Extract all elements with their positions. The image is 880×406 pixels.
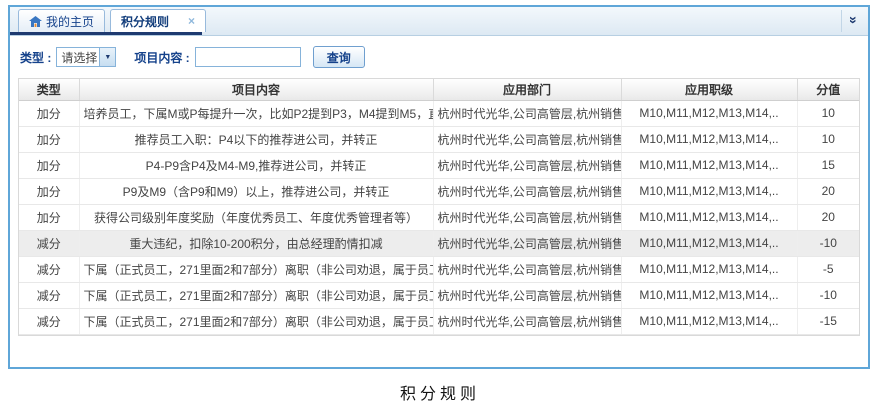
cell-rank: M10,M11,M12,M13,M14,.. [621, 152, 797, 178]
cell-content: 推荐员工入职：P4以下的推荐进公司，并转正 [79, 126, 433, 152]
search-button[interactable]: 查询 [313, 46, 365, 68]
tab-my-home[interactable]: 我的主页 [18, 9, 105, 32]
cell-score: 10 [797, 100, 859, 126]
table-row-highlighted[interactable]: 减分 重大违纪，扣除10-200积分，由总经理酌情扣减 杭州时代光华,公司高管层… [19, 230, 859, 256]
cell-dept: 杭州时代光华,公司高管层,杭州销售五部,.. [433, 152, 621, 178]
cell-type: 加分 [19, 152, 79, 178]
tab-points-rules-label: 积分规则 [121, 13, 169, 30]
content-input[interactable] [195, 47, 301, 67]
cell-rank: M10,M11,M12,M13,M14,.. [621, 230, 797, 256]
table-row[interactable]: 加分 推荐员工入职：P4以下的推荐进公司，并转正 杭州时代光华,公司高管层,杭州… [19, 126, 859, 152]
cell-dept: 杭州时代光华,公司高管层,杭州销售五部,.. [433, 282, 621, 308]
col-header-rank[interactable]: 应用职级 [621, 79, 797, 100]
tabs: 我的主页 积分规则 × [18, 9, 206, 32]
tab-points-rules[interactable]: 积分规则 × [110, 9, 206, 32]
chevron-double-down-icon: » [843, 16, 863, 24]
cell-dept: 杭州时代光华,公司高管层,杭州销售五部,.. [433, 178, 621, 204]
chevron-down-icon[interactable]: ▼ [99, 48, 115, 66]
cell-score: 20 [797, 178, 859, 204]
rules-table: 类型 项目内容 应用部门 应用职级 分值 加分 培养员工，下属M或P每提升一次，… [19, 79, 859, 335]
type-select[interactable]: 请选择 ▼ [56, 47, 116, 67]
col-header-content[interactable]: 项目内容 [79, 79, 433, 100]
cell-score: -10 [797, 282, 859, 308]
tab-strip: 我的主页 积分规则 × » [10, 7, 868, 36]
cell-score: -10 [797, 230, 859, 256]
cell-score: -5 [797, 256, 859, 282]
col-header-score[interactable]: 分值 [797, 79, 859, 100]
cell-content: P4-P9含P4及M4-M9,推荐进公司，并转正 [79, 152, 433, 178]
cell-content: 下属（正式员工，271里面2和7部分）离职（非公司劝退，属于员工主动离 [79, 256, 433, 282]
cell-content: 获得公司级别年度奖励（年度优秀员工、年度优秀管理者等） [79, 204, 433, 230]
type-label: 类型 : [20, 49, 51, 66]
close-icon[interactable]: × [188, 16, 195, 26]
content-label: 项目内容 : [134, 49, 189, 66]
tab-underline [10, 32, 202, 35]
cell-type: 减分 [19, 282, 79, 308]
cell-rank: M10,M11,M12,M13,M14,.. [621, 126, 797, 152]
cell-content: 培养员工，下属M或P每提升一次，比如P2提到P3，M4提到M5，直接上司加10 [79, 100, 433, 126]
col-header-dept[interactable]: 应用部门 [433, 79, 621, 100]
cell-type: 减分 [19, 308, 79, 334]
cell-dept: 杭州时代光华,公司高管层,杭州销售五部,.. [433, 204, 621, 230]
cell-dept: 杭州时代光华,公司高管层,杭州销售五部,.. [433, 256, 621, 282]
cell-dept: 杭州时代光华,公司高管层,杭州销售五部,.. [433, 126, 621, 152]
table-row[interactable]: 加分 培养员工，下属M或P每提升一次，比如P2提到P3，M4提到M5，直接上司加… [19, 100, 859, 126]
cell-rank: M10,M11,M12,M13,M14,.. [621, 204, 797, 230]
cell-score: -15 [797, 308, 859, 334]
tab-my-home-label: 我的主页 [46, 13, 94, 30]
content-panel: 我的主页 积分规则 × » 类型 : 请选择 ▼ 项目内容 : 查询 [8, 5, 870, 369]
cell-type: 减分 [19, 230, 79, 256]
cell-content: 重大违纪，扣除10-200积分，由总经理酌情扣减 [79, 230, 433, 256]
col-header-type[interactable]: 类型 [19, 79, 79, 100]
page: 我的主页 积分规则 × » 类型 : 请选择 ▼ 项目内容 : 查询 [0, 0, 880, 406]
cell-type: 加分 [19, 126, 79, 152]
cell-content: 下属（正式员工，271里面2和7部分）离职（非公司劝退，属于员工主动离 [79, 308, 433, 334]
table-row[interactable]: 加分 P4-P9含P4及M4-M9,推荐进公司，并转正 杭州时代光华,公司高管层… [19, 152, 859, 178]
type-select-value: 请选择 [57, 49, 99, 66]
cell-rank: M10,M11,M12,M13,M14,.. [621, 282, 797, 308]
table-row[interactable]: 加分 P9及M9（含P9和M9）以上，推荐进公司，并转正 杭州时代光华,公司高管… [19, 178, 859, 204]
cell-type: 减分 [19, 256, 79, 282]
cell-type: 加分 [19, 100, 79, 126]
filter-toolbar: 类型 : 请选择 ▼ 项目内容 : 查询 [10, 36, 868, 78]
table-row[interactable]: 减分 下属（正式员工，271里面2和7部分）离职（非公司劝退，属于员工主动离 杭… [19, 256, 859, 282]
cell-score: 10 [797, 126, 859, 152]
table-header-row: 类型 项目内容 应用部门 应用职级 分值 [19, 79, 859, 100]
home-icon [29, 16, 42, 27]
table-row[interactable]: 加分 获得公司级别年度奖励（年度优秀员工、年度优秀管理者等） 杭州时代光华,公司… [19, 204, 859, 230]
cell-content: 下属（正式员工，271里面2和7部分）离职（非公司劝退，属于员工主动离 [79, 282, 433, 308]
cell-dept: 杭州时代光华,公司高管层,杭州销售五部,.. [433, 230, 621, 256]
figure-caption: 积分规则 [0, 380, 880, 404]
cell-dept: 杭州时代光华,公司高管层,杭州销售五部,.. [433, 100, 621, 126]
cell-rank: M10,M11,M12,M13,M14,.. [621, 256, 797, 282]
cell-type: 加分 [19, 204, 79, 230]
cell-score: 20 [797, 204, 859, 230]
cell-score: 15 [797, 152, 859, 178]
cell-dept: 杭州时代光华,公司高管层,杭州销售五部,.. [433, 308, 621, 334]
cell-rank: M10,M11,M12,M13,M14,.. [621, 178, 797, 204]
table-row[interactable]: 减分 下属（正式员工，271里面2和7部分）离职（非公司劝退，属于员工主动离 杭… [19, 282, 859, 308]
collapse-button[interactable]: » [841, 10, 865, 32]
cell-rank: M10,M11,M12,M13,M14,.. [621, 308, 797, 334]
cell-type: 加分 [19, 178, 79, 204]
rules-grid: 类型 项目内容 应用部门 应用职级 分值 加分 培养员工，下属M或P每提升一次，… [18, 78, 860, 336]
cell-rank: M10,M11,M12,M13,M14,.. [621, 100, 797, 126]
table-row[interactable]: 减分 下属（正式员工，271里面2和7部分）离职（非公司劝退，属于员工主动离 杭… [19, 308, 859, 334]
cell-content: P9及M9（含P9和M9）以上，推荐进公司，并转正 [79, 178, 433, 204]
